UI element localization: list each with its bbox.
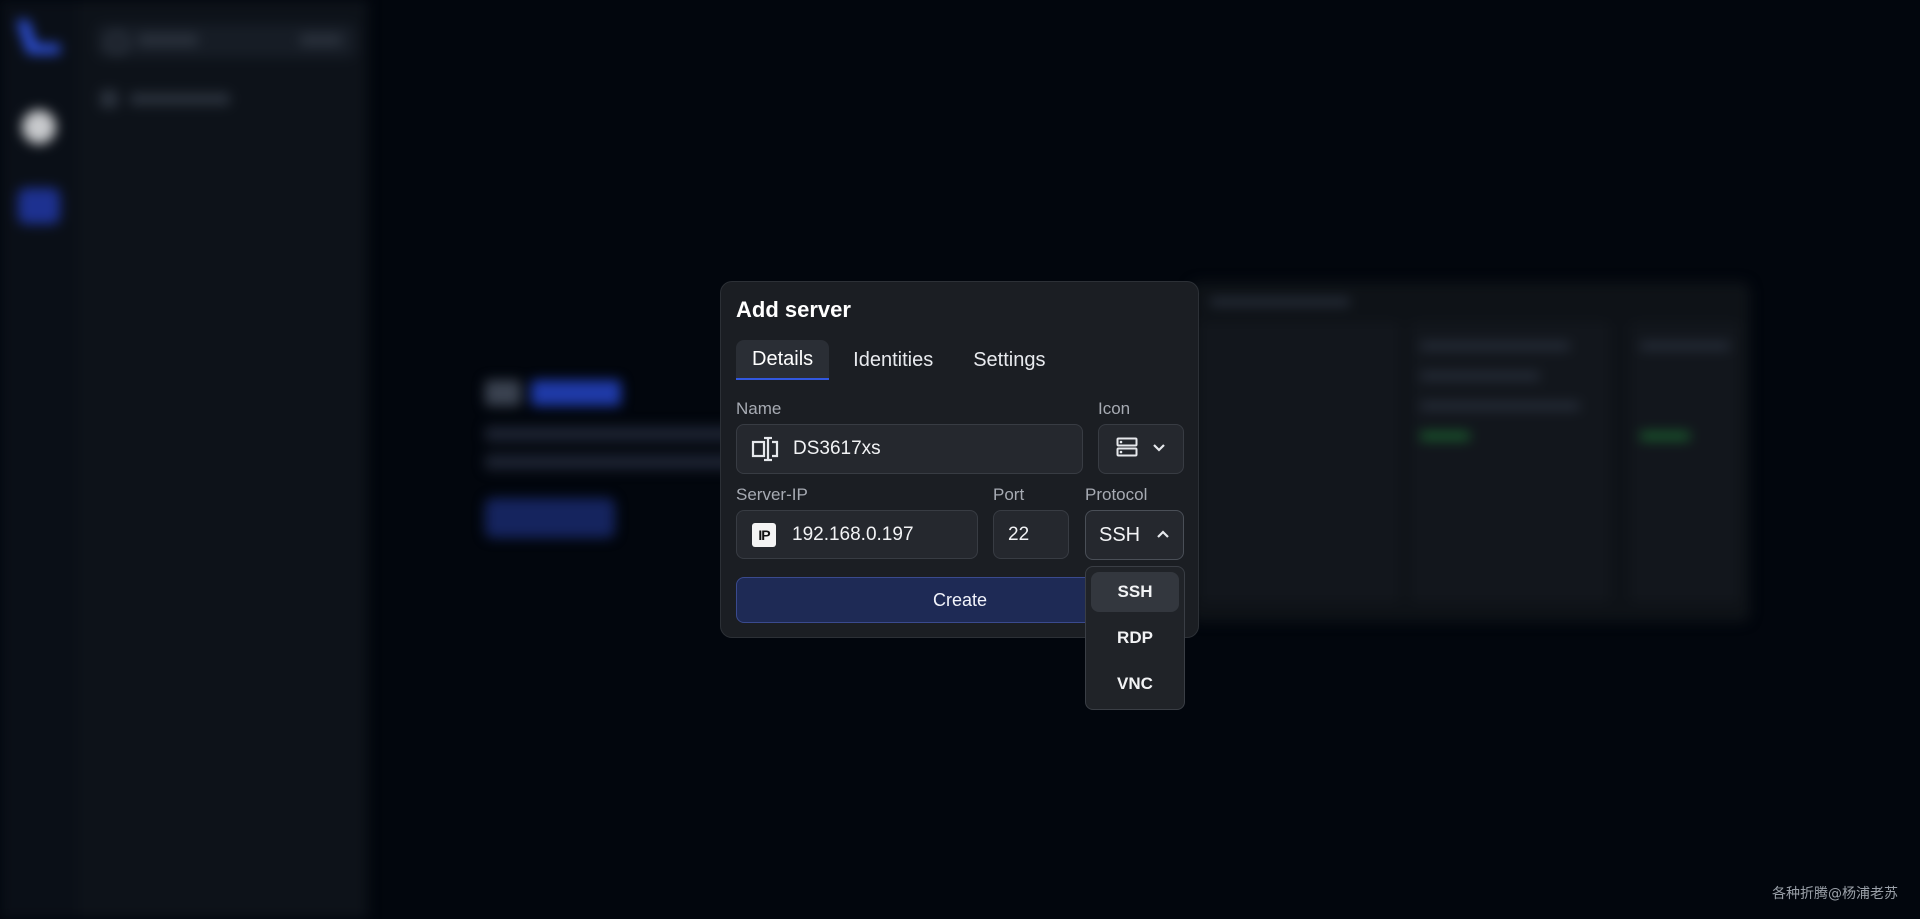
server-ip-value: 192.168.0.197 <box>792 523 914 545</box>
chevron-down-icon <box>1152 440 1166 458</box>
chevron-up-icon <box>1156 526 1170 544</box>
icon-select[interactable] <box>1098 424 1184 474</box>
server-ip-label: Server-IP <box>736 485 808 504</box>
welcome-button <box>485 498 615 538</box>
folder-icon <box>100 90 118 108</box>
protocol-dropdown: SSH RDP VNC <box>1085 566 1185 710</box>
port-label: Port <box>993 485 1025 504</box>
sidebar <box>78 0 368 919</box>
tab-settings[interactable]: Settings <box>957 340 1061 380</box>
port-input[interactable]: 22 <box>993 510 1069 559</box>
search-icon <box>106 32 128 54</box>
ip-icon: IP <box>752 522 776 547</box>
name-input[interactable]: DS3617xs <box>736 424 1083 474</box>
server-ip-input[interactable]: IP 192.168.0.197 <box>736 510 978 559</box>
watermark: 各种折腾@杨浦老苏 <box>1772 886 1898 902</box>
protocol-option-vnc[interactable]: VNC <box>1091 664 1179 704</box>
protocol-select[interactable]: SSH <box>1085 510 1184 560</box>
tab-identities[interactable]: Identities <box>837 340 949 380</box>
sidebar-search <box>96 24 356 58</box>
server-icon <box>1116 437 1138 462</box>
name-label: Name <box>736 399 782 418</box>
name-value: DS3617xs <box>793 438 881 459</box>
avatar <box>22 110 56 144</box>
dialog-title: Add server <box>736 297 851 322</box>
protocol-label: Protocol <box>1085 485 1148 504</box>
sidebar-item <box>100 90 240 108</box>
port-value: 22 <box>1008 523 1030 545</box>
app-logo <box>16 18 60 58</box>
text-cursor-icon <box>751 435 779 463</box>
rail-item-servers <box>18 188 60 224</box>
protocol-option-ssh[interactable]: SSH <box>1091 572 1179 612</box>
protocol-value: SSH <box>1099 523 1141 546</box>
tab-bar: Details Identities Settings <box>736 340 1061 380</box>
icon-label: Icon <box>1098 399 1131 418</box>
protocol-option-rdp[interactable]: RDP <box>1091 618 1179 658</box>
preview-screenshot <box>1190 282 1750 622</box>
nav-rail <box>0 0 78 919</box>
tab-details[interactable]: Details <box>736 340 830 380</box>
